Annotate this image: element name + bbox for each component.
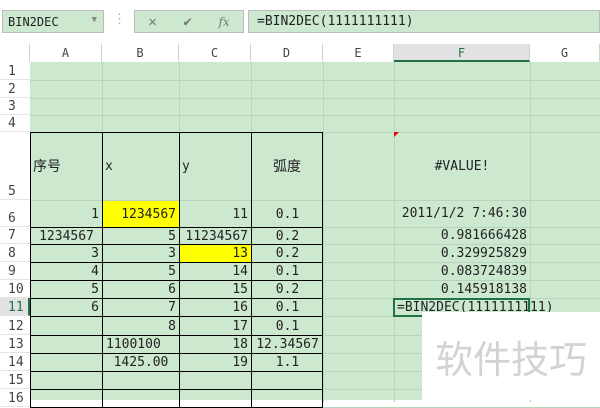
table-cell[interactable]: 5 [103, 228, 179, 244]
table-cell[interactable]: 13 [180, 245, 251, 262]
row-header-8[interactable]: 8 [0, 244, 30, 262]
comment-indicator-icon [394, 132, 399, 137]
row-header-1[interactable]: 1 [0, 62, 30, 80]
table-cell[interactable]: 11234567 [180, 228, 251, 244]
table-cell[interactable]: 1234567 [103, 201, 179, 227]
table-cell[interactable]: 3 [31, 245, 102, 262]
row-header-3[interactable]: 3 [0, 98, 30, 115]
table-cell[interactable]: 1.1 [252, 354, 323, 371]
gridline-h [30, 98, 600, 99]
row-header-10[interactable]: 10 [0, 280, 30, 298]
gridline-v [323, 62, 324, 402]
table-line-h [30, 389, 323, 390]
select-all-corner[interactable] [0, 44, 30, 62]
cancel-icon[interactable]: ✕ [148, 14, 156, 30]
table-cell[interactable]: 0.2 [252, 281, 323, 298]
row-header-11[interactable]: 11 [0, 298, 30, 316]
column-header-C[interactable]: C [179, 44, 251, 62]
name-box[interactable]: BIN2DEC ▼ [2, 10, 104, 33]
table-cell[interactable]: 8 [103, 317, 179, 335]
f-cell[interactable]: 0.145918138 [394, 280, 530, 298]
table-cell[interactable] [31, 354, 102, 371]
table-cell[interactable]: 5 [31, 281, 102, 298]
f-cell[interactable]: #VALUE! [394, 132, 530, 200]
table-cell[interactable]: 5 [103, 263, 179, 280]
row-header-7[interactable]: 7 [0, 227, 30, 244]
column-header-E[interactable]: E [323, 44, 394, 62]
table-cell[interactable]: 19 [180, 354, 251, 371]
column-header-G[interactable]: G [530, 44, 600, 62]
watermark: 软件技巧 [422, 312, 600, 400]
table-cell[interactable]: 0.2 [252, 245, 323, 262]
table-cell[interactable]: 1100100 [103, 336, 179, 353]
table-cell[interactable]: 0.1 [252, 201, 323, 227]
gridline-h [30, 115, 600, 116]
table-cell[interactable] [31, 336, 102, 353]
row-header-12[interactable]: 12 [0, 316, 30, 335]
table-header[interactable]: 弧度 [251, 132, 323, 200]
table-cell[interactable]: 14 [180, 263, 251, 280]
f-cell[interactable]: 0.981666428 [394, 227, 530, 244]
table-cell[interactable]: 12.34567 [252, 336, 323, 353]
table-cell[interactable]: 0.1 [252, 299, 323, 316]
row-header-6[interactable]: 6 [0, 200, 30, 227]
insert-function-icon[interactable]: fx [218, 15, 229, 29]
table-cell[interactable]: 18 [180, 336, 251, 353]
row-header-4[interactable]: 4 [0, 115, 30, 132]
table-header[interactable]: y [179, 132, 251, 200]
row-header-5[interactable]: 5 [0, 132, 30, 200]
column-header-F[interactable]: F [394, 44, 530, 62]
row-header-15[interactable]: 15 [0, 371, 30, 389]
f-cell[interactable]: 2011/1/2 7:46:30 [394, 200, 530, 227]
table-cell[interactable]: 0.1 [252, 263, 323, 280]
f-cell[interactable]: 0.329925829 [394, 244, 530, 262]
table-cell[interactable]: 6 [31, 299, 102, 316]
drag-handle-icon[interactable]: ⋮ [113, 12, 126, 27]
row-header-13[interactable]: 13 [0, 335, 30, 353]
table-cell[interactable]: 17 [180, 317, 251, 335]
f-cell[interactable]: 0.083724839 [394, 262, 530, 280]
table-cell[interactable]: 1 [31, 201, 102, 227]
column-header-A[interactable]: A [30, 44, 102, 62]
row-header-9[interactable]: 9 [0, 262, 30, 280]
name-box-value: BIN2DEC [8, 15, 59, 29]
formula-input[interactable]: =BIN2DEC(1111111111) [248, 10, 600, 33]
confirm-icon[interactable]: ✔ [183, 14, 191, 30]
table-cell[interactable]: 16 [180, 299, 251, 316]
table-cell[interactable]: 1234567 [31, 228, 102, 244]
table-cell[interactable]: 0.2 [252, 228, 323, 244]
chevron-down-icon[interactable]: ▼ [92, 15, 97, 25]
row-header-14[interactable]: 14 [0, 353, 30, 371]
column-header-D[interactable]: D [251, 44, 323, 62]
table-line-h [30, 371, 323, 372]
table-cell[interactable] [31, 317, 102, 335]
table-cell[interactable]: 4 [31, 263, 102, 280]
table-cell[interactable]: 6 [103, 281, 179, 298]
formula-buttons: ✕ ✔ fx [134, 10, 244, 33]
row-header-2[interactable]: 2 [0, 80, 30, 98]
table-cell[interactable]: 7 [103, 299, 179, 316]
gridline-h [30, 80, 600, 81]
row-header-16[interactable]: 16 [0, 389, 30, 407]
table-cell[interactable]: 11 [180, 201, 251, 227]
table-cell[interactable]: 15 [180, 281, 251, 298]
table-cell[interactable]: 3 [103, 245, 179, 262]
table-header[interactable]: x [102, 132, 179, 200]
table-header[interactable]: 序号 [30, 132, 102, 200]
column-header-B[interactable]: B [102, 44, 179, 62]
table-cell[interactable]: 0.1 [252, 317, 323, 335]
table-cell[interactable]: 1425.00 [103, 354, 179, 371]
